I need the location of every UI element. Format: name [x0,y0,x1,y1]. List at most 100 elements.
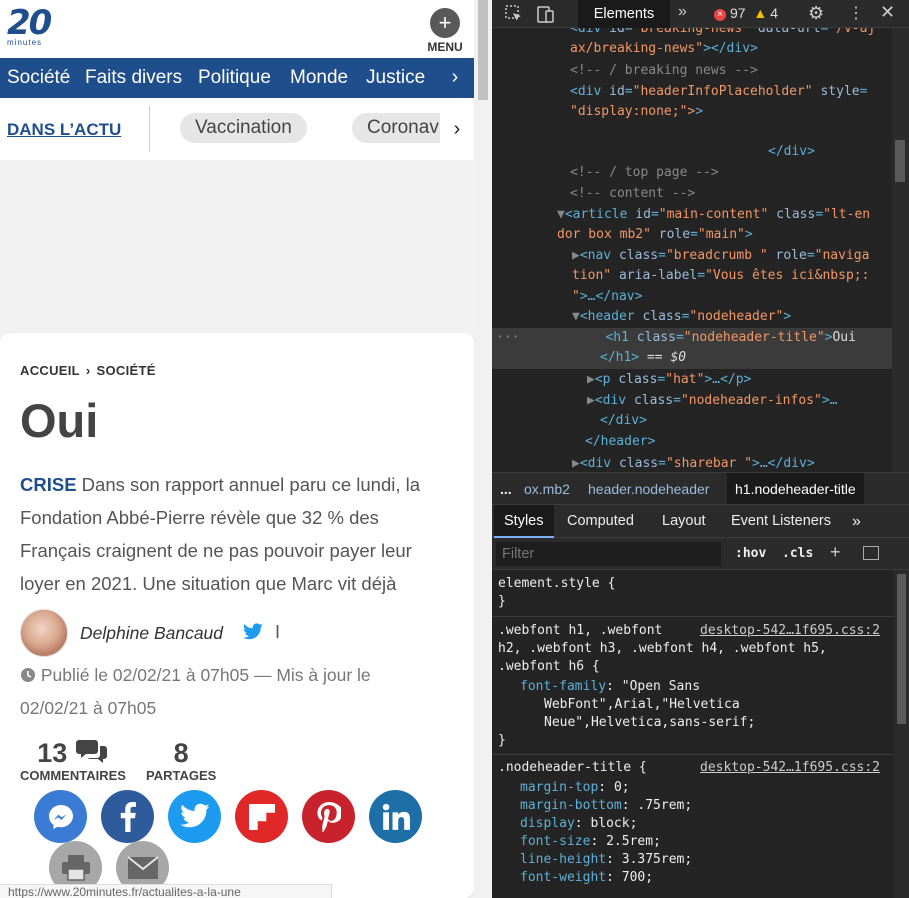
lead-line: Dans son rapport annuel paru ce lundi, l… [76,474,421,495]
gear-icon[interactable]: ⚙ [808,3,824,24]
breadcrumb-section[interactable]: SOCIÉTÉ [97,363,156,378]
crumb-box[interactable]: ox.mb2 [524,481,570,497]
crumb-ellipsis[interactable]: ... [500,481,512,497]
computed-sidebar-toggle-icon[interactable] [863,546,879,560]
styles-scrollbar[interactable] [894,570,909,898]
error-count: 97 [730,5,746,21]
crumb-header[interactable]: header.nodeheader [588,481,709,497]
warning-icon: ▲ [753,5,768,21]
dom-node[interactable]: <div id="breaking-news" data-url="/v-aj [570,28,909,40]
dom-node[interactable]: </header> [585,432,909,453]
rule2-source-link[interactable]: desktop-542…1f695.css:2 [700,759,880,777]
crumb-h1[interactable]: h1.nodeheader-title [727,473,864,504]
rule2-declaration[interactable]: margin-bottom: .75rem; [520,797,692,815]
dom-node-selected[interactable]: ··· <h1 class="nodeheader-title">Oui [492,328,892,349]
shares-count: 8 [173,738,189,768]
site-logo[interactable]: 20 minutes [7,6,53,52]
tab-styles[interactable]: Styles [494,505,554,538]
chip-vaccination[interactable]: Vaccination [180,113,307,143]
shares-label: PARTAGES [146,768,217,783]
rule1-declaration[interactable]: font-family: "Open Sans [520,678,700,696]
dom-node-div[interactable]: ▶<div class="nodeheader-infos">… [587,391,909,412]
dom-comment[interactable]: <!-- / breaking news --> [570,61,909,82]
author-avatar[interactable] [20,609,68,657]
dans-l-actu-link[interactable]: DANS L’ACTU [7,120,121,140]
messenger-icon [48,804,73,829]
dom-node-nav[interactable]: ▶<nav class="breadcrumb " role="naviga [572,246,909,267]
error-icon: × [714,9,726,21]
rule2-declaration[interactable]: margin-top: 0; [520,779,630,797]
chevron-right-icon[interactable]: › [440,112,474,146]
twitter-share-button[interactable] [168,790,221,843]
clock-icon [21,668,35,682]
rule2-declaration[interactable]: line-height: 3.375rem; [520,851,692,869]
dom-scrollbar[interactable] [892,28,909,472]
pinterest-icon [316,801,341,832]
page-scrollbar[interactable] [474,0,492,898]
dom-node[interactable]: ">…</nav> [572,287,909,308]
status-bar-url: https://www.20minutes.fr/actualites-a-la… [0,884,332,898]
rule1-value-cont: Neue",Helvetica,sans-serif; [544,715,756,730]
inspect-element-icon[interactable] [504,4,524,24]
messenger-share-button[interactable] [34,790,87,843]
breadcrumb-home[interactable]: ACCUEIL [20,363,80,378]
more-tabs-icon[interactable]: » [842,505,871,538]
scrollbar-thumb[interactable] [478,0,488,100]
nav-item-faits-divers[interactable]: Faits divers [85,67,182,89]
device-toolbar-icon[interactable] [536,4,556,24]
dom-node[interactable]: tion" aria-label="Vous êtes ici&nbsp;: [572,266,909,287]
linkedin-share-button[interactable] [369,790,422,843]
dom-node[interactable]: ax/breaking-news"></div> [570,39,909,60]
rule2-declaration[interactable]: font-weight: 700; [520,869,653,887]
kebab-menu-icon[interactable]: ⋮ [848,3,864,23]
styles-filter-input[interactable] [496,542,721,566]
class-toggle[interactable]: .cls [782,546,813,561]
tab-computed[interactable]: Computed [557,505,644,538]
dom-node[interactable]: dor box mb2" role="main"> [557,225,909,246]
author-name[interactable]: Delphine Bancaud [80,623,223,644]
lead-line: Fondation Abbé-Pierre révèle que 32 % de… [20,507,379,528]
tab-elements[interactable]: Elements [578,0,670,28]
twitter-bird-icon[interactable] [242,623,264,641]
rule1-source-link[interactable]: desktop-542…1f695.css:2 [700,622,880,640]
close-icon[interactable]: ✕ [880,2,895,23]
dom-node[interactable]: </div> [600,411,909,432]
scrollbar-thumb[interactable] [897,574,906,724]
new-rule-icon[interactable]: + [830,542,841,563]
nav-item-monde[interactable]: Monde [290,67,348,89]
nav-item-societe[interactable]: Société [7,67,70,89]
rule2-declaration[interactable]: font-size: 2.5rem; [520,833,661,851]
nav-item-justice[interactable]: Justice [366,67,425,89]
more-tabs-icon[interactable]: » [678,3,687,21]
issues-counter[interactable]: × 97 ▲ 4 [714,5,778,21]
flipboard-share-button[interactable] [235,790,288,843]
comments-stat[interactable]: 13 COMMENTAIRES [20,738,126,783]
dom-node-selected[interactable]: </h1> == $0 [492,348,892,369]
nav-item-politique[interactable]: Politique [198,67,271,89]
rule2-declaration[interactable]: display: block; [520,815,637,833]
dom-comment[interactable]: <!-- content --> [570,184,909,205]
dom-tree: <div id="breaking-news" data-url="/v-aj … [492,28,909,472]
element-style-rule[interactable]: element.style { [498,575,615,593]
dom-node[interactable]: <div id="headerInfoPlaceholder" style= [570,82,909,103]
dom-comment[interactable]: <!-- / top page --> [570,163,909,184]
dom-node-sharebar[interactable]: ▶<div class="sharebar ">…</div> [572,454,909,472]
tab-layout[interactable]: Layout [652,505,716,538]
flipboard-icon [248,803,275,830]
dom-node-article[interactable]: ▼<article id="main-content" class="lt-en [557,205,909,226]
scrollbar-thumb[interactable] [895,140,905,182]
facebook-share-button[interactable] [101,790,154,843]
menu-button[interactable]: + MENU [423,8,467,54]
dom-node[interactable]: </div> [768,142,909,163]
dom-node-p[interactable]: ▶<p class="hat">…</p> [587,370,909,391]
tab-event-listeners[interactable]: Event Listeners [721,505,841,538]
author-separator: I [275,622,281,642]
hover-state-toggle[interactable]: :hov [735,546,766,561]
dom-node-header[interactable]: ▼<header class="nodeheader"> [572,307,909,328]
nav-next-chevron-icon[interactable]: › [436,58,474,98]
dom-node[interactable]: "display:none;">> [570,102,909,123]
comments-count: 13 [37,738,68,768]
styles-filter-bar: :hov .cls + [492,538,909,570]
pinterest-share-button[interactable] [302,790,355,843]
chip-coronavirus[interactable]: Coronav [352,113,454,143]
